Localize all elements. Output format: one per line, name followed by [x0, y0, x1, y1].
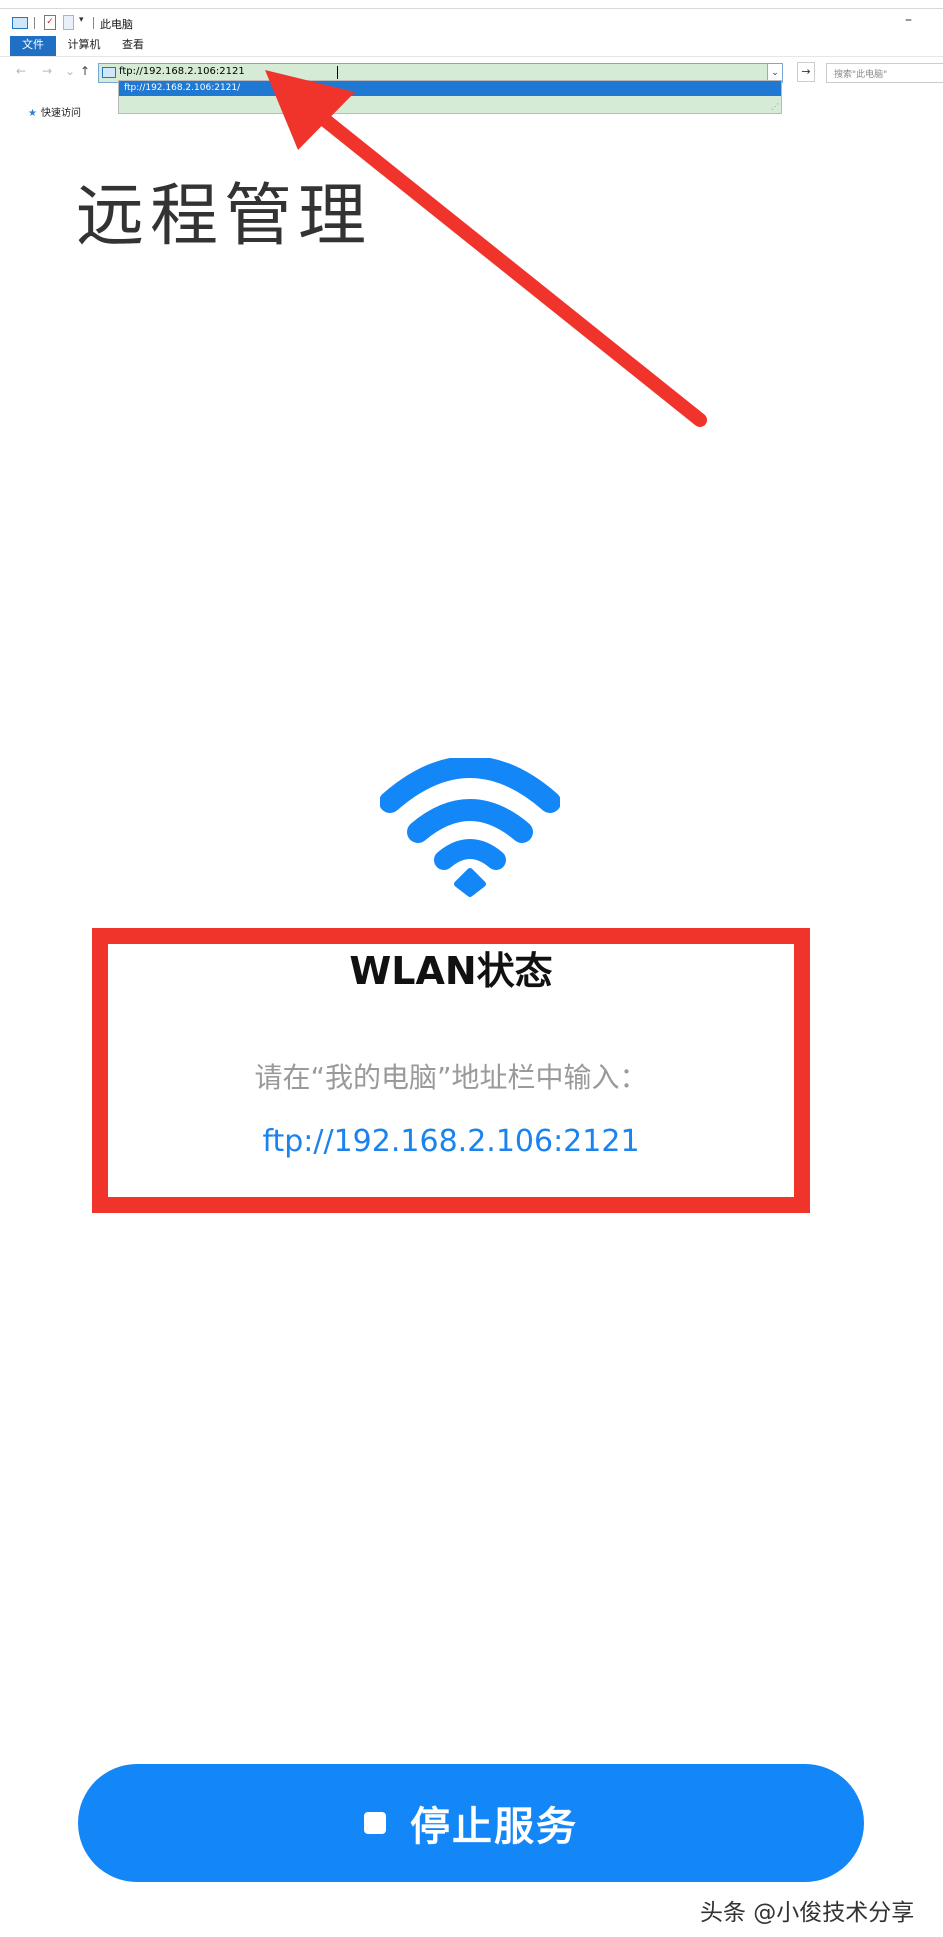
resize-grip-icon[interactable]: ⋰	[771, 102, 779, 111]
toolbar-separator	[93, 17, 94, 29]
sidebar-item-label: 快速访问	[40, 108, 81, 119]
stop-service-button[interactable]: 停止服务	[78, 1764, 864, 1882]
address-autocomplete: ftp://192.168.2.106:2121/ ⋰	[118, 80, 782, 114]
wifi-arc-outer	[380, 758, 560, 813]
back-button[interactable]: ←	[16, 64, 26, 78]
customize-quick-access-icon[interactable]: ▾	[79, 15, 84, 25]
search-placeholder: 搜索"此电脑"	[834, 70, 888, 80]
sidebar-item-quick-access[interactable]: ★ 快速访问	[28, 104, 81, 119]
properties-icon[interactable]: ✓	[44, 15, 56, 30]
minimize-button[interactable]: –	[905, 12, 912, 28]
page-title: 远程管理	[76, 177, 373, 256]
annotation-arrow-shaft	[293, 93, 707, 427]
wifi-arc-inner	[434, 839, 506, 870]
window-title: 此电脑	[100, 18, 133, 31]
computer-icon	[12, 17, 28, 29]
text-caret	[337, 66, 338, 79]
wlan-status-title: WLAN状态	[349, 949, 553, 993]
address-input[interactable]: ftp://192.168.2.106:2121	[119, 66, 245, 77]
tab-file[interactable]: 文件	[10, 36, 56, 56]
go-button[interactable]: →	[797, 62, 815, 82]
forward-button[interactable]: →	[42, 64, 52, 78]
wifi-dot	[454, 868, 486, 897]
tab-computer[interactable]: 计算机	[62, 36, 106, 56]
ftp-address: ftp://192.168.2.106:2121	[262, 1124, 640, 1159]
wifi-icon	[380, 758, 560, 897]
ribbon-tabs: 文件 计算机 查看	[0, 36, 943, 57]
toolbar-separator	[34, 17, 35, 29]
wlan-status-panel: WLAN状态 请在“我的电脑”地址栏中输入： ftp://192.168.2.1…	[92, 928, 810, 1213]
new-folder-icon[interactable]	[63, 15, 74, 30]
instruction-text: 请在“我的电脑”地址栏中输入：	[254, 1061, 648, 1094]
stop-service-label: 停止服务	[410, 1804, 578, 1850]
stop-square-icon	[364, 1812, 386, 1834]
file-explorer-window: ✓ ▾ 此电脑 – 文件 计算机 查看 ← → ⌄ ↑ ftp://192.16…	[0, 0, 943, 119]
tab-view[interactable]: 查看	[116, 36, 150, 56]
autocomplete-item[interactable]: ftp://192.168.2.106:2121/	[119, 81, 781, 96]
up-button[interactable]: ↑	[80, 64, 90, 78]
recent-locations-button[interactable]: ⌄	[65, 64, 75, 78]
search-box[interactable]: 搜索"此电脑"	[826, 63, 943, 83]
computer-icon	[102, 67, 116, 78]
star-icon: ★	[28, 108, 37, 119]
title-bar: ✓ ▾ 此电脑 –	[0, 8, 943, 37]
wifi-arc-middle	[407, 799, 533, 843]
watermark: 头条 @小俊技术分享	[700, 1900, 915, 1926]
